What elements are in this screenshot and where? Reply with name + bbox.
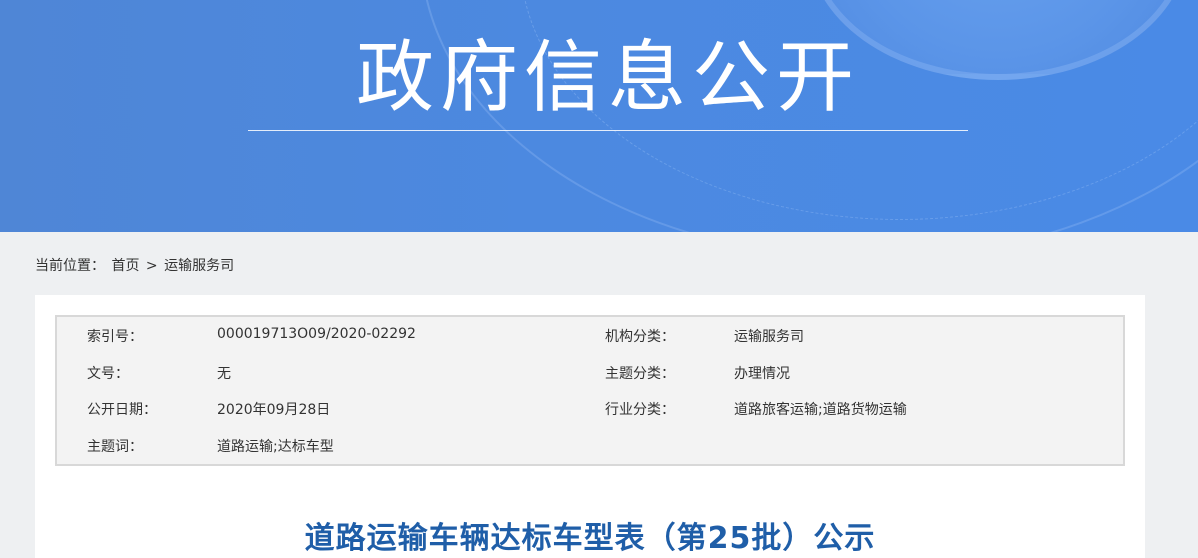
article-card: 索引号： 000019713O09/2020-02292 机构分类： 运输服务司…: [35, 295, 1145, 558]
keywords-label: 主题词：: [87, 439, 143, 455]
metadata-row: 索引号： 000019713O09/2020-02292 机构分类： 运输服务司: [57, 317, 1123, 354]
topic-category-label: 主题分类：: [605, 366, 675, 382]
banner-title: 政府信息公开: [355, 33, 860, 123]
breadcrumb: 当前位置： 首页 > 运输服务司: [35, 255, 236, 275]
breadcrumb-home-link[interactable]: 首页: [111, 258, 139, 274]
keywords-value: 道路运输;达标车型: [217, 439, 334, 455]
banner-divider: [248, 130, 968, 131]
breadcrumb-current-link[interactable]: 运输服务司: [164, 258, 234, 274]
doc-number-value: 无: [217, 366, 231, 382]
org-category-value: 运输服务司: [734, 329, 804, 345]
index-number-label: 索引号：: [87, 329, 143, 345]
metadata-row: 文号： 无 主题分类： 办理情况: [57, 354, 1123, 391]
breadcrumb-prefix: 当前位置：: [35, 258, 105, 274]
topic-category-value: 办理情况: [734, 366, 790, 382]
metadata-box: 索引号： 000019713O09/2020-02292 机构分类： 运输服务司…: [55, 315, 1125, 466]
metadata-row: 主题词： 道路运输;达标车型: [57, 427, 1123, 464]
index-number-value: 000019713O09/2020-02292: [217, 326, 416, 342]
industry-category-label: 行业分类：: [605, 402, 675, 418]
org-category-label: 机构分类：: [605, 329, 675, 345]
doc-number-label: 文号：: [87, 366, 129, 382]
industry-category-value: 道路旅客运输;道路货物运输: [734, 402, 907, 418]
metadata-row: 公开日期： 2020年09月28日 行业分类： 道路旅客运输;道路货物运输: [57, 390, 1123, 427]
main-container: 当前位置： 首页 > 运输服务司 索引号： 000019713O09/2020-…: [5, 232, 1175, 558]
publish-date-label: 公开日期：: [87, 402, 157, 418]
publish-date-value: 2020年09月28日: [217, 402, 331, 418]
page-banner: 政府信息公开: [0, 0, 1198, 232]
article-title: 道路运输车辆达标车型表（第25批）公示: [304, 521, 876, 556]
breadcrumb-separator: >: [145, 258, 158, 274]
